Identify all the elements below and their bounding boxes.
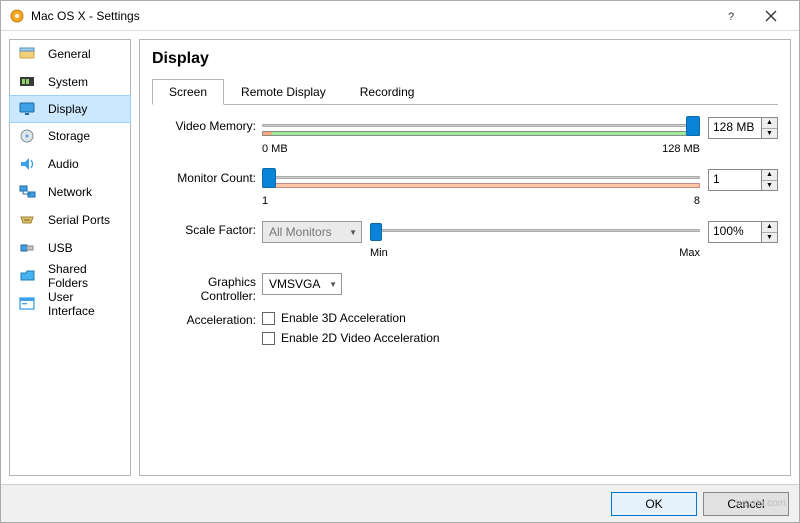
sidebar-item-label: Network bbox=[48, 185, 92, 199]
sidebar-item-audio[interactable]: Audio bbox=[10, 150, 130, 178]
tab-remote-display[interactable]: Remote Display bbox=[224, 79, 343, 105]
general-icon bbox=[18, 45, 38, 63]
monitor-count-input[interactable]: 1 bbox=[708, 169, 762, 191]
sidebar-item-label: Display bbox=[48, 102, 87, 116]
display-icon bbox=[18, 100, 38, 118]
monitor-count-slider[interactable] bbox=[262, 169, 700, 187]
audio-icon bbox=[18, 155, 38, 173]
scale-factor-input[interactable]: 100% bbox=[708, 221, 762, 243]
chevron-down-icon: ▼ bbox=[329, 280, 337, 289]
network-icon bbox=[18, 183, 38, 201]
video-memory-min: 0 MB bbox=[262, 143, 288, 155]
app-icon bbox=[9, 8, 25, 24]
sidebar-item-label: USB bbox=[48, 241, 73, 255]
sidebar-item-general[interactable]: General bbox=[10, 40, 130, 68]
scale-factor-slider[interactable] bbox=[370, 221, 700, 239]
user-interface-icon bbox=[18, 295, 38, 313]
close-button[interactable] bbox=[751, 2, 791, 30]
tab-screen[interactable]: Screen bbox=[152, 79, 224, 105]
main-panel: Display Screen Remote Display Recording … bbox=[139, 39, 791, 476]
scale-factor-min: Min bbox=[370, 247, 388, 259]
scale-factor-label: Scale Factor: bbox=[152, 221, 262, 237]
video-memory-max: 128 MB bbox=[662, 143, 700, 155]
window-title: Mac OS X - Settings bbox=[31, 9, 140, 23]
video-memory-input[interactable]: 128 MB bbox=[708, 117, 762, 139]
category-sidebar: General System Display Storage Audio Net… bbox=[9, 39, 131, 476]
system-icon bbox=[18, 73, 38, 91]
serial-ports-icon bbox=[18, 211, 38, 229]
usb-icon bbox=[18, 239, 38, 257]
chevron-down-icon: ▼ bbox=[349, 228, 357, 237]
sidebar-item-label: User Interface bbox=[48, 290, 122, 318]
sidebar-item-network[interactable]: Network bbox=[10, 178, 130, 206]
sidebar-item-user-interface[interactable]: User Interface bbox=[10, 290, 130, 318]
scale-factor-scope-combo[interactable]: All Monitors ▼ bbox=[262, 221, 362, 243]
svg-text:?: ? bbox=[728, 11, 734, 22]
sidebar-item-label: System bbox=[48, 75, 88, 89]
video-memory-slider[interactable] bbox=[262, 117, 700, 135]
sidebar-item-storage[interactable]: Storage bbox=[10, 122, 130, 150]
sidebar-item-shared-folders[interactable]: Shared Folders bbox=[10, 262, 130, 290]
video-memory-label: Video Memory: bbox=[152, 117, 262, 133]
sidebar-item-label: Storage bbox=[48, 129, 90, 143]
enable-2d-label: Enable 2D Video Acceleration bbox=[281, 331, 440, 345]
dialog-footer: OK Cancel bbox=[1, 484, 799, 522]
watermark: wsxdn.com bbox=[736, 498, 786, 509]
sidebar-item-label: General bbox=[48, 47, 91, 61]
sidebar-item-serial-ports[interactable]: Serial Ports bbox=[10, 206, 130, 234]
storage-icon bbox=[18, 127, 38, 145]
enable-2d-checkbox[interactable] bbox=[262, 332, 275, 345]
tab-recording[interactable]: Recording bbox=[343, 79, 432, 105]
graphics-controller-combo[interactable]: VMSVGA ▼ bbox=[262, 273, 342, 295]
monitor-count-label: Monitor Count: bbox=[152, 169, 262, 185]
titlebar: Mac OS X - Settings ? bbox=[1, 1, 799, 31]
sidebar-item-label: Audio bbox=[48, 157, 79, 171]
sidebar-item-label: Shared Folders bbox=[48, 262, 122, 290]
help-button[interactable]: ? bbox=[711, 2, 751, 30]
enable-3d-label: Enable 3D Acceleration bbox=[281, 311, 406, 325]
page-title: Display bbox=[152, 50, 778, 68]
scale-factor-spinner[interactable]: ▲▼ bbox=[762, 221, 778, 243]
monitor-count-max: 8 bbox=[694, 195, 700, 207]
ok-button[interactable]: OK bbox=[611, 492, 697, 516]
shared-folders-icon bbox=[18, 267, 38, 285]
video-memory-spinner[interactable]: ▲▼ bbox=[762, 117, 778, 139]
acceleration-label: Acceleration: bbox=[152, 311, 262, 327]
monitor-count-spinner[interactable]: ▲▼ bbox=[762, 169, 778, 191]
sidebar-item-system[interactable]: System bbox=[10, 68, 130, 96]
enable-3d-checkbox[interactable] bbox=[262, 312, 275, 325]
sidebar-item-display[interactable]: Display bbox=[9, 95, 131, 123]
sidebar-item-usb[interactable]: USB bbox=[10, 234, 130, 262]
settings-window: Mac OS X - Settings ? General System Dis… bbox=[0, 0, 800, 523]
scale-factor-max: Max bbox=[679, 247, 700, 259]
sidebar-item-label: Serial Ports bbox=[48, 213, 110, 227]
tab-bar: Screen Remote Display Recording bbox=[152, 78, 778, 105]
monitor-count-min: 1 bbox=[262, 195, 268, 207]
graphics-controller-label: Graphics Controller: bbox=[152, 273, 262, 303]
